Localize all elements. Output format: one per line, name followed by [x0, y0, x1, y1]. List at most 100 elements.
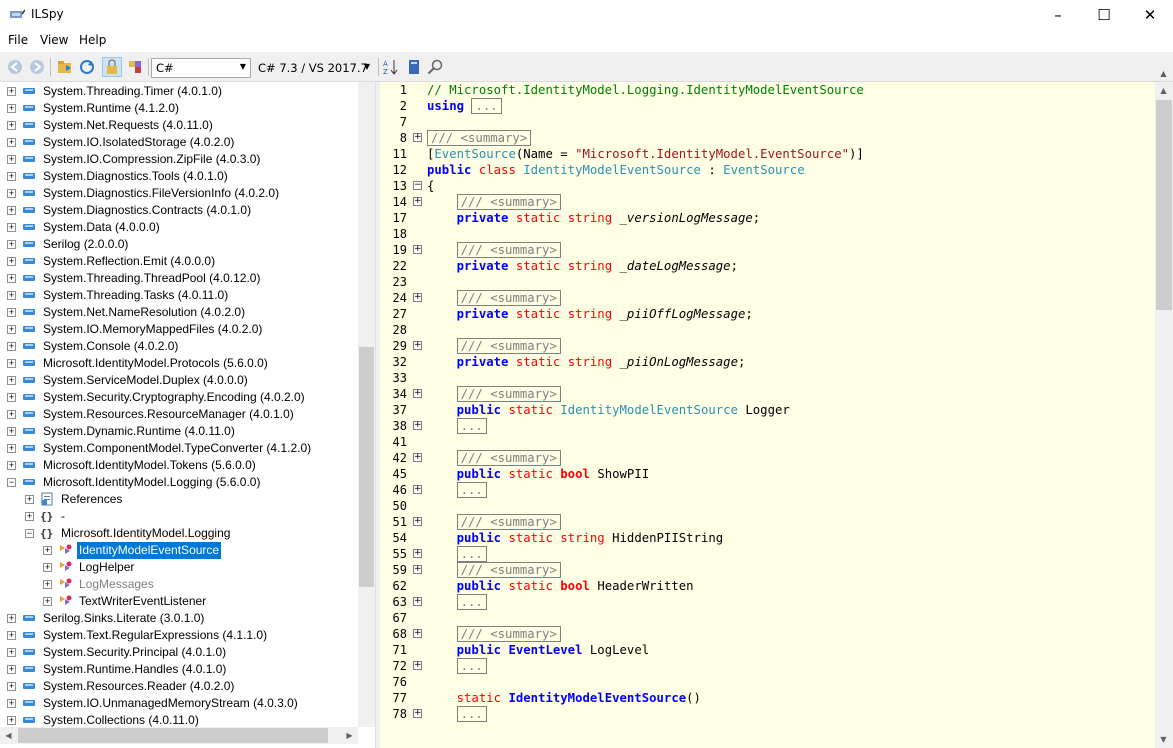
expand-icon[interactable]: + [413, 133, 422, 142]
tree-item[interactable]: + System.Console (4.0.2.0) [0, 338, 358, 355]
expand-icon[interactable]: + [413, 453, 422, 462]
expand-icon[interactable]: + [7, 172, 16, 181]
tree-item[interactable]: + System.ComponentModel.TypeConverter (4.… [0, 440, 358, 457]
tree-item[interactable]: + System.Text.RegularExpressions (4.1.1.0… [0, 627, 358, 644]
expand-icon[interactable]: + [7, 359, 16, 368]
expand-icon[interactable]: + [7, 274, 16, 283]
expand-icon[interactable]: + [413, 485, 422, 494]
expand-icon[interactable]: + [7, 376, 16, 385]
expand-icon[interactable]: + [413, 293, 422, 302]
expand-icon[interactable]: + [7, 648, 16, 657]
expand-icon[interactable]: + [7, 138, 16, 147]
tree-item[interactable]: + System.Threading.Tasks (4.0.11.0) [0, 287, 358, 304]
expand-icon[interactable]: + [413, 549, 422, 558]
folded-region[interactable]: /// <summary> [456, 386, 561, 402]
expand-icon[interactable]: + [413, 245, 422, 254]
expand-icon[interactable]: + [7, 257, 16, 266]
manage-assemblies-icon[interactable] [404, 57, 424, 77]
menu-file[interactable]: File [8, 32, 28, 48]
folded-region[interactable]: ... [456, 546, 487, 562]
scroll-thumb[interactable] [18, 728, 328, 743]
tree-item[interactable]: + IdentityModelEventSource [0, 542, 358, 559]
tree-item[interactable]: + System.Reflection.Emit (4.0.0.0) [0, 253, 358, 270]
tree-item[interactable]: + System.IO.MemoryMappedFiles (4.0.2.0) [0, 321, 358, 338]
expand-icon[interactable]: + [25, 512, 34, 521]
expand-icon[interactable]: + [7, 444, 16, 453]
expand-icon[interactable]: + [413, 597, 422, 606]
scroll-thumb[interactable] [359, 347, 374, 587]
collapse-icon[interactable]: − [7, 478, 16, 487]
folded-region[interactable]: /// <summary> [427, 130, 532, 146]
expand-icon[interactable]: + [7, 223, 16, 232]
version-dropdown[interactable]: C# 7.3 / VS 2017.7 ▼ [253, 58, 375, 78]
tree-horizontal-scrollbar[interactable]: ◀ ▶ [0, 727, 358, 744]
expand-icon[interactable]: + [413, 341, 422, 350]
expand-icon[interactable]: + [7, 308, 16, 317]
expand-icon[interactable]: + [43, 580, 52, 589]
chevron-down-icon[interactable]: ▼ [1155, 731, 1172, 748]
expand-icon[interactable]: + [413, 709, 422, 718]
expand-icon[interactable]: + [43, 546, 52, 555]
expand-icon[interactable]: + [7, 240, 16, 249]
tree-item[interactable]: + System.Dynamic.Runtime (4.0.11.0) [0, 423, 358, 440]
expand-icon[interactable]: + [413, 629, 422, 638]
expand-icon[interactable]: + [413, 565, 422, 574]
expand-icon[interactable]: + [7, 631, 16, 640]
tree-item[interactable]: + System.Runtime.Handles (4.0.1.0) [0, 661, 358, 678]
show-all-members-icon[interactable] [125, 57, 145, 77]
tree-item[interactable]: + Serilog (2.0.0.0) [0, 236, 358, 253]
expand-icon[interactable]: + [7, 716, 16, 725]
expand-icon[interactable]: + [7, 393, 16, 402]
tree-item[interactable]: + System.ServiceModel.Duplex (4.0.0.0) [0, 372, 358, 389]
folded-region[interactable]: /// <summary> [456, 562, 561, 578]
tree-item[interactable]: + System.IO.Compression.ZipFile (4.0.3.0) [0, 151, 358, 168]
maximize-button[interactable]: ☐ [1081, 0, 1127, 30]
tree-item[interactable]: + System.Diagnostics.Tools (4.0.1.0) [0, 168, 358, 185]
forward-icon[interactable] [27, 57, 47, 77]
tree-item[interactable]: + System.Resources.ResourceManager (4.0.1… [0, 406, 358, 423]
folded-region[interactable]: ... [456, 706, 487, 722]
menu-help[interactable]: Help [79, 32, 106, 48]
tree-item[interactable]: + System.Diagnostics.FileVersionInfo (4.0… [0, 185, 358, 202]
folded-region[interactable]: ... [456, 482, 487, 498]
minimize-button[interactable]: – [1035, 0, 1081, 30]
open-icon[interactable] [55, 57, 75, 77]
folded-region[interactable]: /// <summary> [456, 242, 561, 258]
tree-item[interactable]: + System.Net.NameResolution (4.0.2.0) [0, 304, 358, 321]
folded-region[interactable]: /// <summary> [456, 514, 561, 530]
close-button[interactable]: ✕ [1127, 0, 1173, 30]
expand-icon[interactable]: + [7, 325, 16, 334]
tree-item[interactable]: + System.IO.UnmanagedMemoryStream (4.0.3.… [0, 695, 358, 712]
tree-item[interactable]: −{} Microsoft.IdentityModel.Logging [0, 525, 358, 542]
expand-icon[interactable]: + [7, 291, 16, 300]
tree-item[interactable]: + References [0, 491, 358, 508]
tree-item[interactable]: − Microsoft.IdentityModel.Logging (5.6.0.… [0, 474, 358, 491]
tree-vertical-scrollbar[interactable] [358, 82, 375, 727]
expand-icon[interactable]: + [7, 699, 16, 708]
chevron-up-icon[interactable]: ▲ [1155, 82, 1172, 99]
folded-region[interactable]: /// <summary> [456, 194, 561, 210]
expand-icon[interactable]: + [43, 563, 52, 572]
folded-region[interactable]: ... [456, 658, 487, 674]
tree-item[interactable]: + Microsoft.IdentityModel.Tokens (5.6.0.0… [0, 457, 358, 474]
tree-item[interactable]: + LogMessages [0, 576, 358, 593]
expand-icon[interactable]: + [7, 104, 16, 113]
code-editor[interactable]: 1 // Microsoft.IdentityModel.Logging.Iden… [380, 82, 1155, 748]
expand-icon[interactable]: + [413, 197, 422, 206]
tree-item[interactable]: + TextWriterEventListener [0, 593, 358, 610]
tree-item[interactable]: + System.Resources.Reader (4.0.2.0) [0, 678, 358, 695]
chevron-right-icon[interactable]: ▶ [341, 727, 358, 744]
tree-item[interactable]: + System.Data (4.0.0.0) [0, 219, 358, 236]
tree-item[interactable]: + System.Security.Cryptography.Encoding (… [0, 389, 358, 406]
tree-item[interactable]: + System.Diagnostics.Contracts (4.0.1.0) [0, 202, 358, 219]
tree-item[interactable]: + Serilog.Sinks.Literate (3.0.1.0) [0, 610, 358, 627]
expand-icon[interactable]: + [7, 206, 16, 215]
folded-region[interactable]: ... [471, 98, 502, 114]
expand-icon[interactable]: + [7, 121, 16, 130]
expand-icon[interactable]: + [7, 155, 16, 164]
folded-region[interactable]: /// <summary> [456, 290, 561, 306]
collapse-icon[interactable]: − [25, 529, 34, 538]
menu-view[interactable]: View [40, 32, 68, 48]
expand-icon[interactable]: + [7, 427, 16, 436]
tree-item[interactable]: + System.Net.Requests (4.0.11.0) [0, 117, 358, 134]
